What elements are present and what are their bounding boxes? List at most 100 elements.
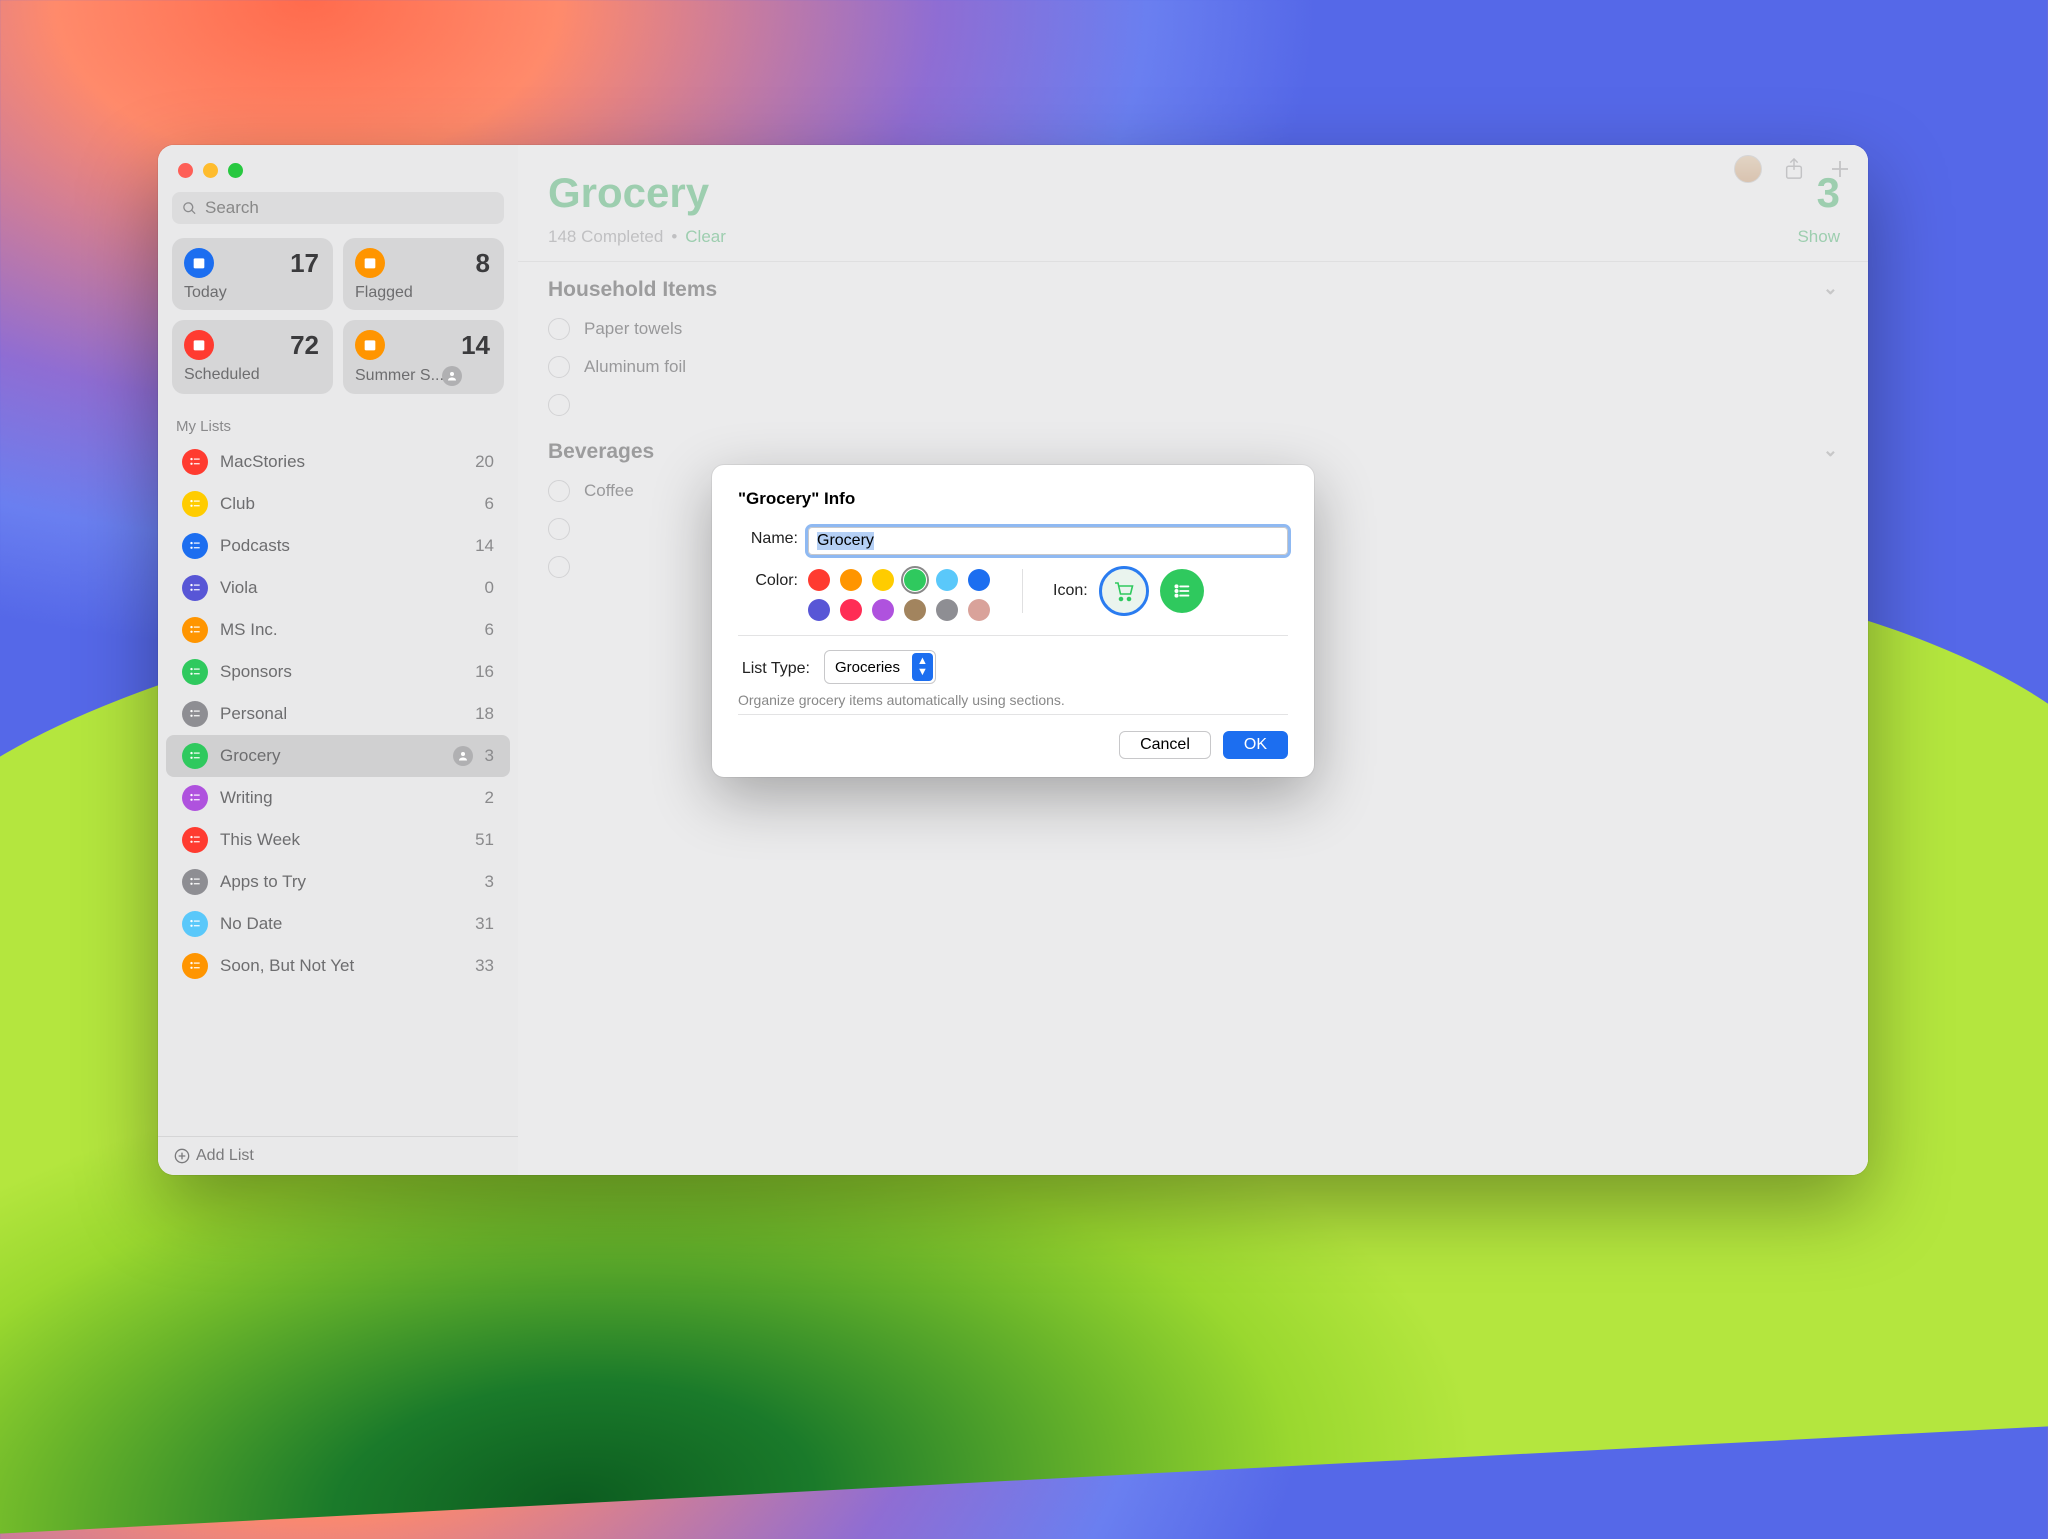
icon-choice-cart[interactable] bbox=[1102, 569, 1146, 613]
list-name: Apps to Try bbox=[220, 872, 473, 892]
smart-list-flagged[interactable]: 8 Flagged bbox=[343, 238, 504, 310]
search-input[interactable]: Search bbox=[172, 192, 504, 224]
list-count: 3 bbox=[485, 872, 494, 892]
close-window-button[interactable] bbox=[178, 163, 193, 178]
list-name: Grocery bbox=[220, 746, 447, 766]
search-placeholder: Search bbox=[205, 198, 259, 218]
smart-list-summer s...[interactable]: 14 Summer S... bbox=[343, 320, 504, 394]
plus-circle-icon bbox=[174, 1148, 190, 1164]
search-icon bbox=[182, 201, 197, 216]
color-swatch[interactable] bbox=[968, 569, 990, 591]
sidebar-list-club[interactable]: Club 6 bbox=[166, 483, 510, 525]
sidebar-list-macstories[interactable]: MacStories 20 bbox=[166, 441, 510, 483]
list-color-icon bbox=[182, 785, 208, 811]
color-swatch[interactable] bbox=[904, 599, 926, 621]
color-swatch[interactable] bbox=[936, 599, 958, 621]
zoom-window-button[interactable] bbox=[228, 163, 243, 178]
list-name: Sponsors bbox=[220, 662, 463, 682]
list-type-label: List Type: bbox=[738, 657, 810, 678]
shared-badge-icon bbox=[453, 746, 473, 766]
sidebar-list-sponsors[interactable]: Sponsors 16 bbox=[166, 651, 510, 693]
add-list-button[interactable]: Add List bbox=[158, 1136, 518, 1175]
list-icon bbox=[1171, 580, 1193, 602]
sidebar-list-this-week[interactable]: This Week 51 bbox=[166, 819, 510, 861]
smart-list-label: Summer S... bbox=[355, 367, 444, 385]
smart-list-scheduled[interactable]: 72 Scheduled bbox=[172, 320, 333, 394]
list-count: 14 bbox=[475, 536, 494, 556]
list-type-help: Organize grocery items automatically usi… bbox=[738, 692, 1288, 708]
list-count: 31 bbox=[475, 914, 494, 934]
list-color-icon bbox=[182, 617, 208, 643]
list-count: 51 bbox=[475, 830, 494, 850]
list-info-sheet: "Grocery" Info Name: Color: Icon: List T… bbox=[712, 465, 1314, 777]
list-name: Writing bbox=[220, 788, 473, 808]
icon-label: Icon: bbox=[1053, 582, 1088, 600]
ok-button[interactable]: OK bbox=[1223, 731, 1288, 759]
list-count: 18 bbox=[475, 704, 494, 724]
my-lists-header: My Lists bbox=[158, 408, 518, 441]
shared-badge-icon bbox=[442, 366, 462, 386]
smart-list-label: Today bbox=[184, 284, 227, 302]
list-name: Viola bbox=[220, 578, 473, 598]
list-count: 16 bbox=[475, 662, 494, 682]
cart-icon bbox=[1112, 579, 1136, 603]
sidebar-list-viola[interactable]: Viola 0 bbox=[166, 567, 510, 609]
list-name: MS Inc. bbox=[220, 620, 473, 640]
list-count: 20 bbox=[475, 452, 494, 472]
sidebar-list-writing[interactable]: Writing 2 bbox=[166, 777, 510, 819]
sidebar-list-personal[interactable]: Personal 18 bbox=[166, 693, 510, 735]
minimize-window-button[interactable] bbox=[203, 163, 218, 178]
list-color-icon bbox=[182, 449, 208, 475]
list-name: Club bbox=[220, 494, 473, 514]
list-name: No Date bbox=[220, 914, 463, 934]
color-swatch[interactable] bbox=[968, 599, 990, 621]
list-color-icon bbox=[182, 743, 208, 769]
select-arrows-icon: ▲▼ bbox=[912, 653, 933, 681]
color-swatch[interactable] bbox=[872, 569, 894, 591]
color-swatch[interactable] bbox=[904, 569, 926, 591]
list-count: 2 bbox=[485, 788, 494, 808]
smart-list-count: 72 bbox=[290, 330, 319, 361]
list-color-icon bbox=[182, 575, 208, 601]
window-controls bbox=[158, 145, 518, 188]
sidebar-list-grocery[interactable]: Grocery 3 bbox=[166, 735, 510, 777]
sidebar: Search 17 Today 8 Flagged 72 Scheduled 1… bbox=[158, 145, 518, 1175]
sheet-title: "Grocery" Info bbox=[738, 489, 1288, 509]
color-swatch[interactable] bbox=[872, 599, 894, 621]
sidebar-list-ms-inc-[interactable]: MS Inc. 6 bbox=[166, 609, 510, 651]
list-name: MacStories bbox=[220, 452, 463, 472]
color-swatch[interactable] bbox=[808, 599, 830, 621]
list-count: 0 bbox=[485, 578, 494, 598]
list-color-icon bbox=[182, 533, 208, 559]
sidebar-list-podcasts[interactable]: Podcasts 14 bbox=[166, 525, 510, 567]
list-color-icon bbox=[182, 869, 208, 895]
sidebar-list-soon-but-not-yet[interactable]: Soon, But Not Yet 33 bbox=[166, 945, 510, 987]
smart-list-count: 8 bbox=[476, 248, 490, 279]
smart-list-label: Scheduled bbox=[184, 366, 260, 384]
list-type-select[interactable]: Groceries ▲▼ bbox=[824, 650, 936, 684]
list-color-icon bbox=[182, 827, 208, 853]
list-count: 6 bbox=[485, 494, 494, 514]
list-color-icon bbox=[182, 701, 208, 727]
sidebar-list-no-date[interactable]: No Date 31 bbox=[166, 903, 510, 945]
smart-list-today[interactable]: 17 Today bbox=[172, 238, 333, 310]
color-picker bbox=[808, 569, 992, 621]
list-type-value: Groceries bbox=[825, 656, 910, 679]
list-count: 3 bbox=[485, 746, 494, 766]
calendar-icon bbox=[184, 248, 214, 278]
icon-choice-list[interactable] bbox=[1160, 569, 1204, 613]
cancel-button[interactable]: Cancel bbox=[1119, 731, 1211, 759]
name-label: Name: bbox=[738, 527, 798, 548]
color-swatch[interactable] bbox=[840, 599, 862, 621]
calendar-alt-icon bbox=[184, 330, 214, 360]
color-swatch[interactable] bbox=[936, 569, 958, 591]
sidebar-list-apps-to-try[interactable]: Apps to Try 3 bbox=[166, 861, 510, 903]
list-count: 33 bbox=[475, 956, 494, 976]
sun-icon bbox=[355, 330, 385, 360]
list-name-input[interactable] bbox=[808, 527, 1288, 555]
color-label: Color: bbox=[738, 569, 798, 590]
list-color-icon bbox=[182, 953, 208, 979]
color-swatch[interactable] bbox=[840, 569, 862, 591]
list-color-icon bbox=[182, 659, 208, 685]
color-swatch[interactable] bbox=[808, 569, 830, 591]
